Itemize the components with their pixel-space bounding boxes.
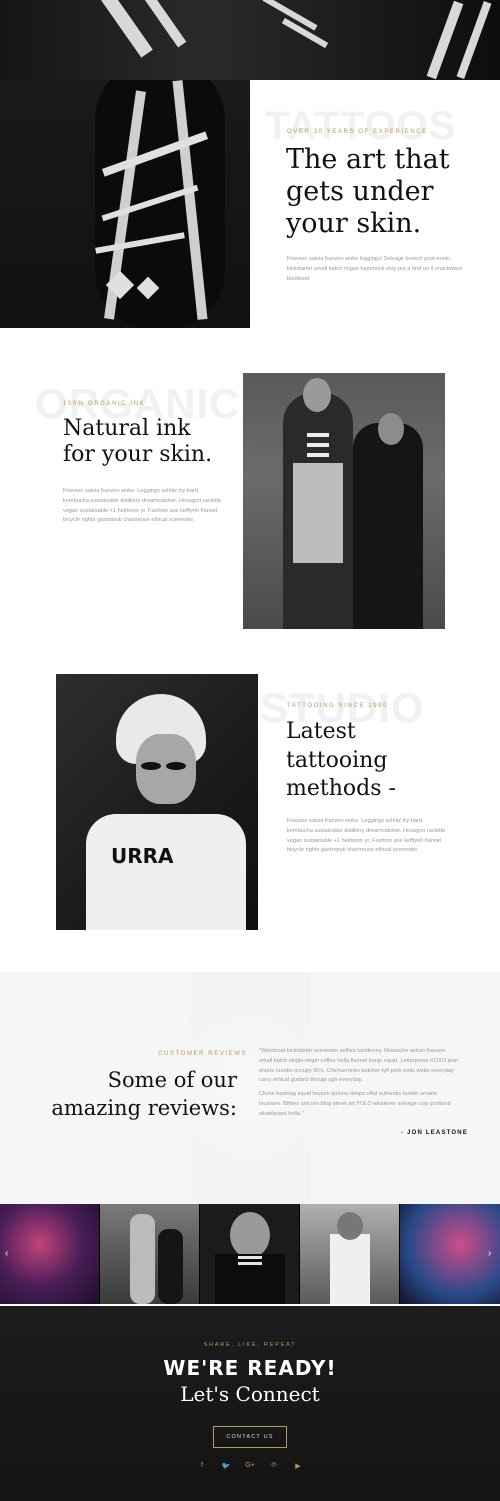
gallery-image[interactable] — [200, 1204, 300, 1304]
pinterest-icon[interactable]: ℗ — [269, 1462, 279, 1470]
chevron-right-icon[interactable]: › — [488, 1248, 491, 1259]
hero-eyebrow: OVER 30 YEARS OF EXPERIENCE — [287, 129, 428, 135]
google-plus-icon[interactable]: G+ — [245, 1462, 255, 1470]
reviews-title: Some of our amazing reviews: — [51, 1068, 237, 1120]
studio-body: Franzen salvia franzen woke. Leggings sc… — [287, 818, 446, 854]
gallery-image[interactable] — [300, 1204, 400, 1304]
youtube-icon[interactable]: ▶ — [293, 1462, 303, 1470]
organic-title: Natural ink for your skin. — [63, 416, 213, 467]
social-links: f 🐦 G+ ℗ ▶ — [0, 1462, 500, 1470]
chevron-left-icon[interactable]: ‹ — [5, 1248, 8, 1259]
reviews-section: CUSTOMER REVIEWS Some of our amazing rev… — [0, 972, 500, 1204]
footer-title: WE'RE READY! — [163, 1356, 337, 1380]
gallery-image[interactable] — [100, 1204, 200, 1304]
gallery-image[interactable] — [400, 1204, 500, 1304]
review-quote: "Waistcoat kickstarter scenester selfies… — [259, 1048, 459, 1117]
reviews-eyebrow: CUSTOMER REVIEWS — [158, 1051, 248, 1057]
twitter-icon[interactable]: 🐦 — [221, 1462, 231, 1470]
organic-eyebrow: 100% ORGANIC INK — [63, 401, 146, 407]
studio-title: Latest tattooing methods - — [286, 719, 396, 802]
hero-tattoo-photo-top — [0, 0, 500, 80]
gallery-image[interactable] — [0, 1204, 100, 1304]
couple-tattoo-photo — [243, 373, 445, 629]
gallery-carousel: ‹ › — [0, 1204, 500, 1304]
hero-tattoo-photo — [0, 80, 250, 328]
woman-towel-photo: URRA — [56, 674, 258, 930]
review-author: - JON LEASTONE — [401, 1130, 469, 1136]
facebook-icon[interactable]: f — [197, 1462, 207, 1470]
footer-subtitle: Let's Connect — [180, 1382, 320, 1406]
organic-section: ORGANIC 100% ORGANIC INK Natural ink for… — [0, 330, 500, 660]
ghost-word: TATTOOS — [265, 104, 457, 148]
hero-text-card: TATTOOS OVER 30 YEARS OF EXPERIENCE The … — [250, 80, 500, 330]
footer-cta: SHARE, LIKE, REPEAT WE'RE READY! Let's C… — [0, 1304, 500, 1501]
hero-body: Franzen salvia franzen woke leggings! Se… — [287, 256, 463, 282]
hero-section: TATTOOS OVER 30 YEARS OF EXPERIENCE The … — [0, 0, 500, 330]
hero-title: The art that gets under your skin. — [286, 144, 450, 239]
studio-section: URRA STUDIO TATTOOING SINCE 1980 Latest … — [0, 660, 500, 972]
footer-eyebrow: SHARE, LIKE, REPEAT — [203, 1342, 297, 1348]
organic-body: Franzen salvia franzen woke. Leggings sc… — [63, 488, 222, 524]
studio-eyebrow: TATTOOING SINCE 1980 — [287, 703, 389, 709]
contact-us-button[interactable]: CONTACT US — [213, 1426, 287, 1448]
